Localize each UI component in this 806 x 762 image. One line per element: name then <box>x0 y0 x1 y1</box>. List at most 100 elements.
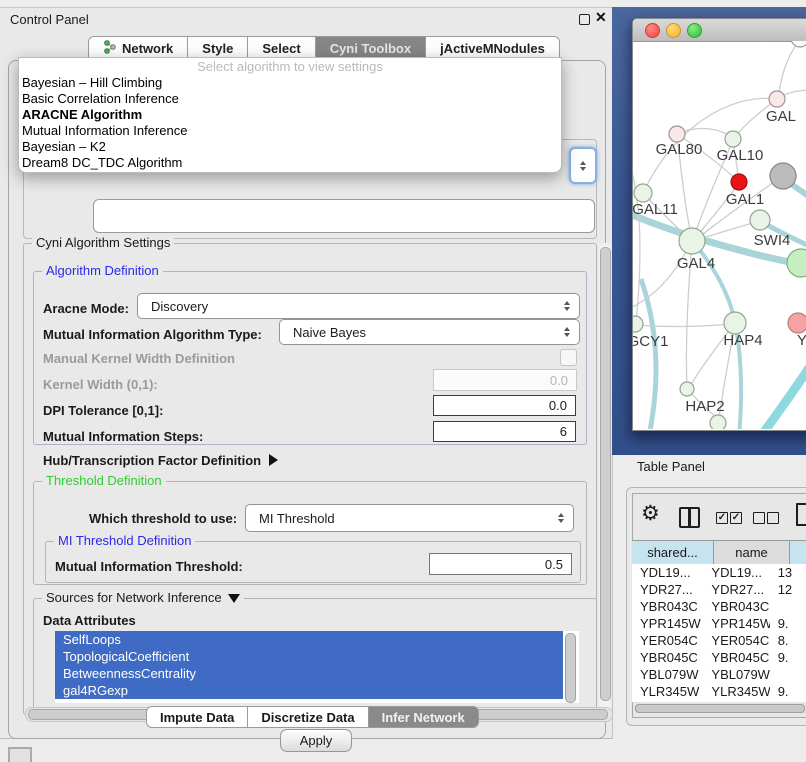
network-node-gal-partial[interactable] <box>769 91 785 107</box>
network-node-gal4[interactable] <box>679 228 705 254</box>
table-cell: 12 <box>770 581 806 598</box>
column-layout-icon[interactable] <box>679 507 700 528</box>
network-node-swi4[interactable] <box>787 249 806 277</box>
table-row[interactable]: YDR27...YDR27...12 <box>632 581 806 598</box>
column-header-name[interactable]: name <box>714 541 790 564</box>
mi-steps-input[interactable]: 6 <box>433 421 576 442</box>
bottom-tabbar: Impute DataDiscretize DataInfer Network <box>146 706 479 728</box>
dropdown-item-aracne-algorithm[interactable]: ARACNE Algorithm <box>19 107 561 123</box>
network-node-pink-node[interactable] <box>788 313 806 333</box>
node-label-gal11: GAL11 <box>633 201 678 218</box>
list-item-gal4rgexp[interactable]: gal4RGexp <box>55 682 563 699</box>
sources-toggle[interactable]: Sources for Network Inference <box>42 590 244 605</box>
tab-jactivemnodules[interactable]: jActiveMNodules <box>426 36 560 59</box>
node-label-gal80: GAL80 <box>656 141 703 158</box>
tab-select[interactable]: Select <box>248 36 315 59</box>
which-threshold-select[interactable]: MI Threshold <box>245 504 574 532</box>
network-node-gal1[interactable] <box>750 210 770 230</box>
node-label-hap4: HAP4 <box>723 332 762 349</box>
table-row[interactable]: YBR043CYBR043C <box>632 598 806 615</box>
float-window-icon[interactable] <box>579 14 590 25</box>
table-row[interactable]: YBL079WYBL079W <box>632 666 806 683</box>
panel-vertical-scrollbar[interactable] <box>599 243 611 715</box>
combo-arrows-icon <box>558 513 564 523</box>
tab-label: jActiveMNodules <box>440 41 545 56</box>
network-node-gal80[interactable] <box>669 126 685 142</box>
network-edge[interactable] <box>633 156 640 323</box>
tab-label: Select <box>262 41 300 56</box>
list-item-betweennesscentrality[interactable]: BetweennessCentrality <box>55 665 563 682</box>
network-edge[interactable] <box>633 242 691 309</box>
column-header-shared[interactable]: shared... <box>632 541 714 564</box>
minimize-traffic-light-icon[interactable] <box>666 23 681 38</box>
table-row[interactable]: YER054CYER054C8. <box>632 632 806 649</box>
manual-kernel-checkbox[interactable] <box>560 349 577 366</box>
dropdown-item-basic-correlation-inference[interactable]: Basic Correlation Inference <box>19 91 561 107</box>
tab-label: Style <box>202 41 233 56</box>
collapsed-arrow-icon <box>269 454 278 466</box>
hub-definition-toggle[interactable]: Hub/Transcription Factor Definition <box>43 453 278 468</box>
network-node-gray-node[interactable] <box>770 163 796 189</box>
mi-type-select[interactable]: Naive Bayes <box>279 319 580 345</box>
close-icon[interactable]: ✕ <box>595 9 607 26</box>
unchecked-checkbox-icon[interactable] <box>767 512 779 524</box>
scrollbar-thumb[interactable] <box>635 704 805 713</box>
algorithm-combobox-button[interactable] <box>569 147 597 184</box>
gear-icon[interactable]: ⚙ <box>641 501 660 526</box>
close-traffic-light-icon[interactable] <box>645 23 660 38</box>
list-item-topologicalcoefficient[interactable]: TopologicalCoefficient <box>55 648 563 665</box>
dropdown-item-bayesian-hill-climbing[interactable]: Bayesian – Hill Climbing <box>19 75 561 91</box>
list-item-selfloops[interactable]: SelfLoops <box>55 631 563 648</box>
table-cell: YBR043C <box>703 598 769 615</box>
tab-infer-network[interactable]: Infer Network <box>369 706 479 728</box>
network-window-titlebar[interactable] <box>633 19 806 42</box>
dropdown-item-bayesian-k2[interactable]: Bayesian – K2 <box>19 139 561 155</box>
document-icon[interactable] <box>796 503 806 526</box>
tab-impute-data[interactable]: Impute Data <box>146 706 248 728</box>
tab-style[interactable]: Style <box>188 36 248 59</box>
table-row[interactable]: YIL052CYIL052C9 <box>632 700 806 702</box>
column-header-a[interactable]: A <box>790 541 806 564</box>
network-node-node-top-cut[interactable] <box>791 41 806 47</box>
scrollbar-thumb[interactable] <box>600 247 611 701</box>
control-panel-title: Control Panel <box>10 12 89 27</box>
checked-checkbox-icon[interactable]: ✓ <box>730 512 742 524</box>
dropdown-item-mutual-information-inference[interactable]: Mutual Information Inference <box>19 123 561 139</box>
table-cell: YIL052C <box>703 700 769 702</box>
table-horizontal-scrollbar[interactable] <box>634 703 806 713</box>
zoom-traffic-light-icon[interactable] <box>687 23 702 38</box>
table-row[interactable]: YPR145WYPR145W9. <box>632 615 806 632</box>
network-edge[interactable] <box>778 41 799 98</box>
dpi-tolerance-input[interactable]: 0.0 <box>433 395 576 416</box>
network-canvas[interactable]: GALGAL80GAL10GAL1GAL11GAL4SWI4GCY1HAP4YH… <box>633 41 806 429</box>
table-row[interactable]: YBR045CYBR045C9. <box>632 649 806 666</box>
network-node-gcy1[interactable] <box>633 316 643 332</box>
table-cell <box>770 598 806 615</box>
screen: Control Panel ✕ Network Style Select Cyni T… <box>0 0 806 762</box>
tab-cyni-toolbox[interactable]: Cyni Toolbox <box>316 36 426 59</box>
network-node-hap2[interactable] <box>680 382 694 396</box>
checked-checkbox-icon[interactable]: ✓ <box>716 512 728 524</box>
mi-threshold-input[interactable]: 0.5 <box>429 553 572 575</box>
data-attributes-list[interactable]: SelfLoopsTopologicalCoefficientBetweenne… <box>55 631 579 703</box>
table-row[interactable]: YDL19...YDL19...13 <box>632 564 806 581</box>
network-node-gal10[interactable] <box>725 131 741 147</box>
aracne-mode-select[interactable]: Discovery <box>137 293 580 319</box>
node-label-gal10: GAL10 <box>717 147 764 164</box>
apply-button[interactable]: Apply <box>280 729 352 752</box>
node-label-gal4: GAL4 <box>677 255 715 272</box>
unchecked-checkbox-icon[interactable] <box>753 512 765 524</box>
mi-threshold-label: Mutual Information Threshold: <box>55 559 243 574</box>
dpi-tolerance-value: 0.0 <box>549 398 567 413</box>
network-node-red-node[interactable] <box>731 174 747 190</box>
network-edge[interactable] <box>641 279 656 429</box>
network-view-window[interactable]: GALGAL80GAL10GAL1GAL11GAL4SWI4GCY1HAP4YH… <box>632 18 806 431</box>
dropdown-item-dream8-dc-tdc-algorithm[interactable]: Dream8 DC_TDC Algorithm <box>19 155 561 171</box>
list-scrollbar[interactable] <box>565 633 576 703</box>
tab-discretize-data[interactable]: Discretize Data <box>248 706 368 728</box>
network-node-hap4[interactable] <box>724 312 746 334</box>
network-node-node-bottom-cut[interactable] <box>710 415 726 429</box>
network-node-gal11[interactable] <box>634 184 652 202</box>
table-row[interactable]: YLR345WYLR345W9. <box>632 683 806 700</box>
tab-network[interactable]: Network <box>88 36 188 59</box>
